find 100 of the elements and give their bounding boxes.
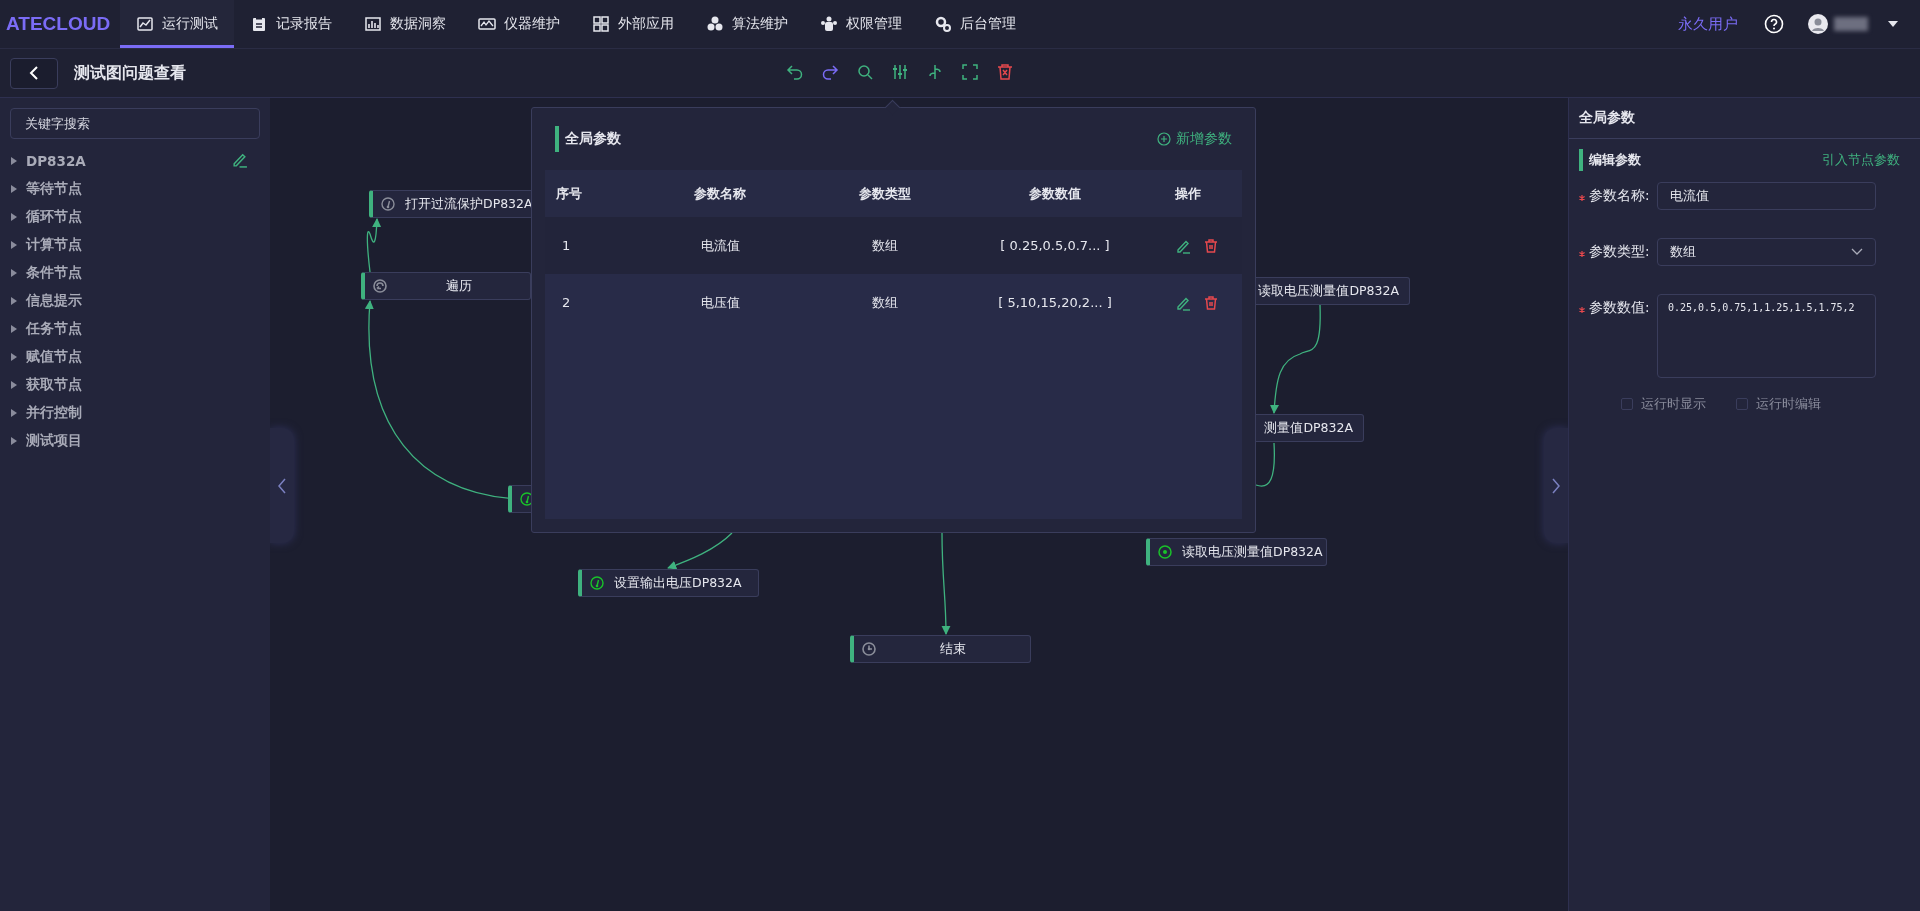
option-checkbox[interactable]: 运行时编辑 [1736,395,1821,413]
checkbox[interactable] [1621,398,1633,410]
back-button[interactable] [10,57,58,89]
tree-item[interactable]: 获取节点 [10,371,260,399]
tree-item-label[interactable]: 赋值节点 [26,348,82,366]
help-icon[interactable] [1764,14,1784,34]
nav-tab[interactable]: 算法维护 [690,0,805,48]
nav-icon [820,15,839,33]
value-field[interactable]: 0.25,0.5,0.75,1,1.25,1.5,1.75,2 [1657,294,1876,378]
connector-arrow [667,532,733,570]
flow-node[interactable]: 遍历 [361,272,531,300]
tree-item[interactable]: 计算节点 [10,231,260,259]
nav-tab[interactable]: 权限管理 [804,0,919,48]
app-logo: ATECLOUD [6,13,111,35]
search-icon[interactable] [856,63,874,81]
delete-icon[interactable] [1203,237,1219,254]
fullscreen-icon[interactable] [961,63,979,81]
caret-right-icon[interactable] [10,352,18,362]
name-field[interactable]: 电流值 [1657,182,1876,210]
table-cell-text: 电流值 [699,236,741,255]
nav-icon [592,15,611,33]
caret-right-icon[interactable] [10,268,18,278]
nav-tab[interactable]: 运行测试 [120,0,235,48]
undo-icon[interactable] [786,63,804,81]
tree-item[interactable]: 赋值节点 [10,343,260,371]
branch-icon[interactable] [926,63,944,81]
delete-icon[interactable] [1203,294,1219,311]
delete-icon[interactable] [996,63,1014,81]
caret-right-icon[interactable] [10,324,18,334]
blurred-name [1834,17,1868,31]
table-cell-text: [ 0.25,0.5,0.7... ] [999,238,1111,253]
tree-item[interactable]: 任务节点 [10,315,260,343]
tree-item[interactable]: 信息提示 [10,287,260,315]
panel-title: 全局参数 [1569,98,1920,139]
flow-node[interactable]: 结束 [850,635,1031,663]
collapse-handle[interactable] [1544,428,1568,543]
flow-node[interactable]: 读取电压测量值DP832A [1146,538,1327,566]
nav-icon [706,15,725,33]
type-select[interactable]: 数组 [1657,238,1876,266]
caret-right-icon[interactable] [10,184,18,194]
avatar-icon[interactable] [1808,14,1828,34]
tree-item[interactable]: 等待节点 [10,175,260,203]
back-icon[interactable] [29,65,39,81]
caret-right-icon[interactable] [10,156,18,166]
tree-item-label[interactable]: 等待节点 [26,180,82,198]
import-node-params-link[interactable]: 引入节点参数 [1822,151,1900,169]
table-cell-text: 1 [561,238,572,253]
checkbox[interactable] [1736,398,1748,410]
gauge-icon [590,576,604,590]
table-cell-text: 数组 [871,293,899,312]
nav-icon [478,15,497,33]
tree-item-label[interactable]: 信息提示 [26,292,82,310]
caret-right-icon[interactable] [10,240,18,250]
tree-item-label[interactable]: 循环节点 [26,208,82,226]
nav-tab[interactable]: 仪器维护 [462,0,577,48]
tree-item-label[interactable]: 计算节点 [26,236,82,254]
tree-item[interactable]: DP832A [10,147,260,175]
tree-item[interactable]: 测试项目 [10,427,260,455]
edit-icon[interactable] [231,151,248,168]
redo-icon[interactable] [821,63,839,81]
user-role[interactable]: 永久用户 [1678,14,1738,34]
nav-icon [934,15,953,33]
nav-tab[interactable]: 数据洞察 [348,0,463,48]
caret-right-icon[interactable] [10,380,18,390]
collapse-handle[interactable] [270,428,294,543]
option-checkbox[interactable]: 运行时显示 [1621,395,1706,413]
tree-item[interactable]: 循环节点 [10,203,260,231]
nav-tab[interactable]: 后台管理 [918,0,1033,48]
add-param-button[interactable]: 新增参数 [1157,130,1232,148]
add-icon[interactable] [1157,132,1171,146]
column-header: 参数名称 [693,184,747,203]
tree-item-label[interactable]: DP832A [26,153,86,169]
flow-node[interactable]: 设置输出电压DP832A [578,569,759,597]
tree-item-label[interactable]: 并行控制 [26,404,82,422]
tree-item[interactable]: 条件节点 [10,259,260,287]
caret-right-icon[interactable] [10,436,18,446]
tree-item-label[interactable]: 任务节点 [26,320,82,338]
clock-icon [862,642,876,656]
tree-item-label[interactable]: 条件节点 [26,264,82,282]
nav-tab[interactable]: 外部应用 [576,0,691,48]
chevron-down-icon [1851,248,1863,256]
sliders-icon[interactable] [891,63,909,81]
tree-item-label[interactable]: 测试项目 [26,432,82,450]
field-label: 参数类型: [1589,242,1651,261]
loop-icon [373,279,387,293]
nav-tab[interactable]: 记录报告 [234,0,349,48]
caret-right-icon[interactable] [10,212,18,222]
column-header: 序号 [555,184,583,203]
popover-title: 全局参数 [555,126,621,152]
tree-item[interactable]: 并行控制 [10,399,260,427]
caret-right-icon[interactable] [10,296,18,306]
table-cell-text: 2 [561,295,572,310]
caret-icon[interactable] [1888,21,1898,27]
column-header: 参数数值 [1028,184,1082,203]
table-row[interactable]: 1 电流值 数组 [ 0.25,0.5,0.7... ] [545,217,1242,274]
search-field[interactable]: 关键字搜索 [10,108,260,139]
tree-item-label[interactable]: 获取节点 [26,376,82,394]
field-label: 参数数值: [1589,298,1651,317]
gauge-icon [1158,545,1172,559]
caret-right-icon[interactable] [10,408,18,418]
